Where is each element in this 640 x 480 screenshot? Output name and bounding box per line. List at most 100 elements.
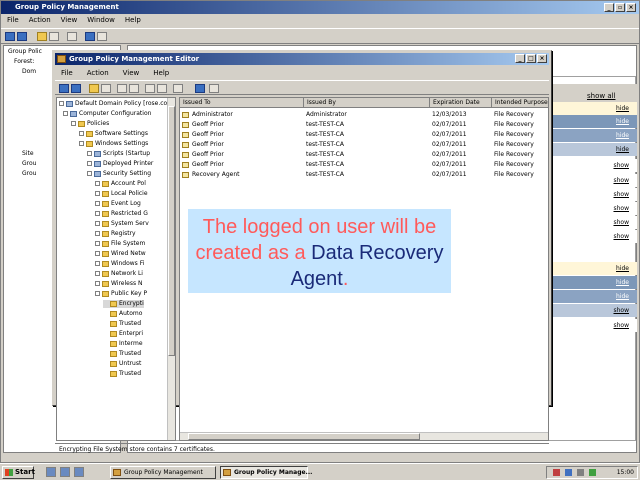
- toggle-link[interactable]: hide: [616, 279, 629, 286]
- tree-node[interactable]: Trusted: [103, 370, 141, 378]
- menu-file[interactable]: File: [61, 67, 73, 79]
- start-button[interactable]: Start: [2, 466, 35, 479]
- tree-node[interactable]: System Serv: [95, 220, 149, 228]
- server-manager-icon[interactable]: [46, 467, 56, 477]
- tree-item[interactable]: Site: [22, 150, 34, 157]
- forward-icon[interactable]: [71, 84, 81, 93]
- tree-node[interactable]: Windows Fi: [95, 260, 144, 268]
- expand-toggle-icon[interactable]: [59, 101, 64, 106]
- clock[interactable]: 15:00: [617, 469, 634, 476]
- column-header-issued-by[interactable]: Issued By: [304, 98, 430, 108]
- tree-item[interactable]: Grou: [22, 170, 36, 177]
- tree-node[interactable]: Trusted: [103, 350, 141, 358]
- column-header-expiration[interactable]: Expiration Date: [430, 98, 492, 108]
- taskbar-item-gpme[interactable]: Group Policy Manage...: [220, 466, 312, 479]
- expand-toggle-icon[interactable]: [95, 191, 100, 196]
- tree-node[interactable]: Enterpri: [103, 330, 143, 338]
- expand-toggle-icon[interactable]: [95, 201, 100, 206]
- tree-item[interactable]: Forest:: [14, 58, 34, 65]
- security-icon[interactable]: [589, 469, 596, 476]
- list-horizontal-scrollbar[interactable]: [180, 432, 548, 440]
- show-tree-icon[interactable]: [101, 84, 111, 93]
- table-row[interactable]: Geoff Prior test-TEST-CA 02/07/2011 File Re…: [180, 130, 548, 140]
- tree-node[interactable]: Deployed Printer: [87, 160, 153, 168]
- tree-item[interactable]: Grou: [22, 160, 36, 167]
- expand-toggle-icon[interactable]: [95, 211, 100, 216]
- expand-toggle-icon[interactable]: [87, 151, 92, 156]
- tree-node[interactable]: Software Settings: [79, 130, 148, 138]
- help-icon[interactable]: [195, 84, 205, 93]
- tree-scroll-thumb[interactable]: [168, 106, 175, 356]
- tree-item[interactable]: Group Polic: [8, 48, 42, 55]
- table-row[interactable]: Administrator Administrator 12/03/2013 File…: [180, 110, 548, 120]
- toggle-link[interactable]: hide: [616, 132, 629, 139]
- menu-view[interactable]: View: [61, 14, 78, 27]
- close-button[interactable]: ×: [537, 54, 547, 63]
- tree-node[interactable]: Event Log: [95, 200, 141, 208]
- table-row[interactable]: Geoff Prior test-TEST-CA 02/07/2011 File Re…: [180, 140, 548, 150]
- toggle-link[interactable]: show: [613, 322, 629, 329]
- show-tree-icon[interactable]: [49, 32, 59, 41]
- tree-node[interactable]: Interme: [103, 340, 143, 348]
- network-icon[interactable]: [565, 469, 572, 476]
- help-icon[interactable]: [85, 32, 95, 41]
- minimize-button[interactable]: _: [515, 54, 525, 63]
- tree-node[interactable]: Restricted G: [95, 210, 148, 218]
- tree-node[interactable]: Network Li: [95, 270, 143, 278]
- restore-button[interactable]: ▫: [615, 3, 625, 12]
- copy-icon[interactable]: [173, 84, 183, 93]
- toggle-link[interactable]: hide: [616, 105, 629, 112]
- column-header-purpose[interactable]: Intended Purpose: [492, 98, 548, 108]
- gpme-titlebar[interactable]: Group Policy Management Editor: [55, 53, 549, 65]
- menu-help[interactable]: Help: [125, 14, 141, 27]
- console-icon[interactable]: [209, 84, 219, 93]
- properties-icon[interactable]: [129, 84, 139, 93]
- tree-node[interactable]: Wired Netw: [95, 250, 146, 258]
- tree-node[interactable]: Scripts (Startup: [87, 150, 150, 158]
- table-row[interactable]: Recovery Agent test-TEST-CA 02/07/2011 File…: [180, 170, 548, 180]
- tree-node[interactable]: Default Domain Policy [rose.com]: [59, 100, 175, 108]
- expand-toggle-icon[interactable]: [95, 251, 100, 256]
- expand-toggle-icon[interactable]: [95, 271, 100, 276]
- refresh-icon[interactable]: [67, 32, 77, 41]
- gpm-titlebar[interactable]: Group Policy Management: [1, 1, 639, 14]
- expand-toggle-icon[interactable]: [79, 141, 84, 146]
- toggle-link[interactable]: hide: [616, 293, 629, 300]
- menu-view[interactable]: View: [123, 67, 140, 79]
- toggle-link[interactable]: hide: [616, 118, 629, 125]
- alert-icon[interactable]: [553, 469, 560, 476]
- back-icon[interactable]: [59, 84, 69, 93]
- export-icon[interactable]: [157, 84, 167, 93]
- show-all-link[interactable]: show all: [587, 92, 616, 100]
- table-row[interactable]: Geoff Prior test-TEST-CA 02/07/2011 File Re…: [180, 120, 548, 130]
- explorer-icon[interactable]: [74, 467, 84, 477]
- properties-icon[interactable]: [97, 32, 107, 41]
- volume-icon[interactable]: [577, 469, 584, 476]
- toggle-link[interactable]: show: [613, 219, 629, 226]
- close-button[interactable]: ×: [626, 3, 636, 12]
- tree-node[interactable]: Account Pol: [95, 180, 146, 188]
- menu-action[interactable]: Action: [29, 14, 51, 27]
- tree-node[interactable]: Windows Settings: [79, 140, 148, 148]
- toggle-link[interactable]: show: [613, 177, 629, 184]
- expand-toggle-icon[interactable]: [95, 241, 100, 246]
- forward-icon[interactable]: [17, 32, 27, 41]
- tree-node[interactable]: Registry: [95, 230, 136, 238]
- expand-toggle-icon[interactable]: [95, 291, 100, 296]
- column-header-issued-to[interactable]: Issued To: [180, 98, 304, 108]
- menu-window[interactable]: Window: [87, 14, 115, 27]
- tree-node[interactable]: Local Policie: [95, 190, 148, 198]
- maximize-button[interactable]: □: [526, 54, 536, 63]
- powershell-icon[interactable]: [60, 467, 70, 477]
- toggle-link[interactable]: hide: [616, 265, 629, 272]
- up-folder-icon[interactable]: [37, 32, 47, 41]
- tree-node[interactable]: Automo: [103, 310, 142, 318]
- expand-toggle-icon[interactable]: [95, 231, 100, 236]
- expand-toggle-icon[interactable]: [95, 181, 100, 186]
- expand-toggle-icon[interactable]: [95, 221, 100, 226]
- expand-toggle-icon[interactable]: [95, 281, 100, 286]
- expand-toggle-icon[interactable]: [87, 171, 92, 176]
- menu-help[interactable]: Help: [153, 67, 169, 79]
- taskbar-item-gpm[interactable]: Group Policy Management: [110, 466, 216, 479]
- tree-node[interactable]: Computer Configuration: [63, 110, 151, 118]
